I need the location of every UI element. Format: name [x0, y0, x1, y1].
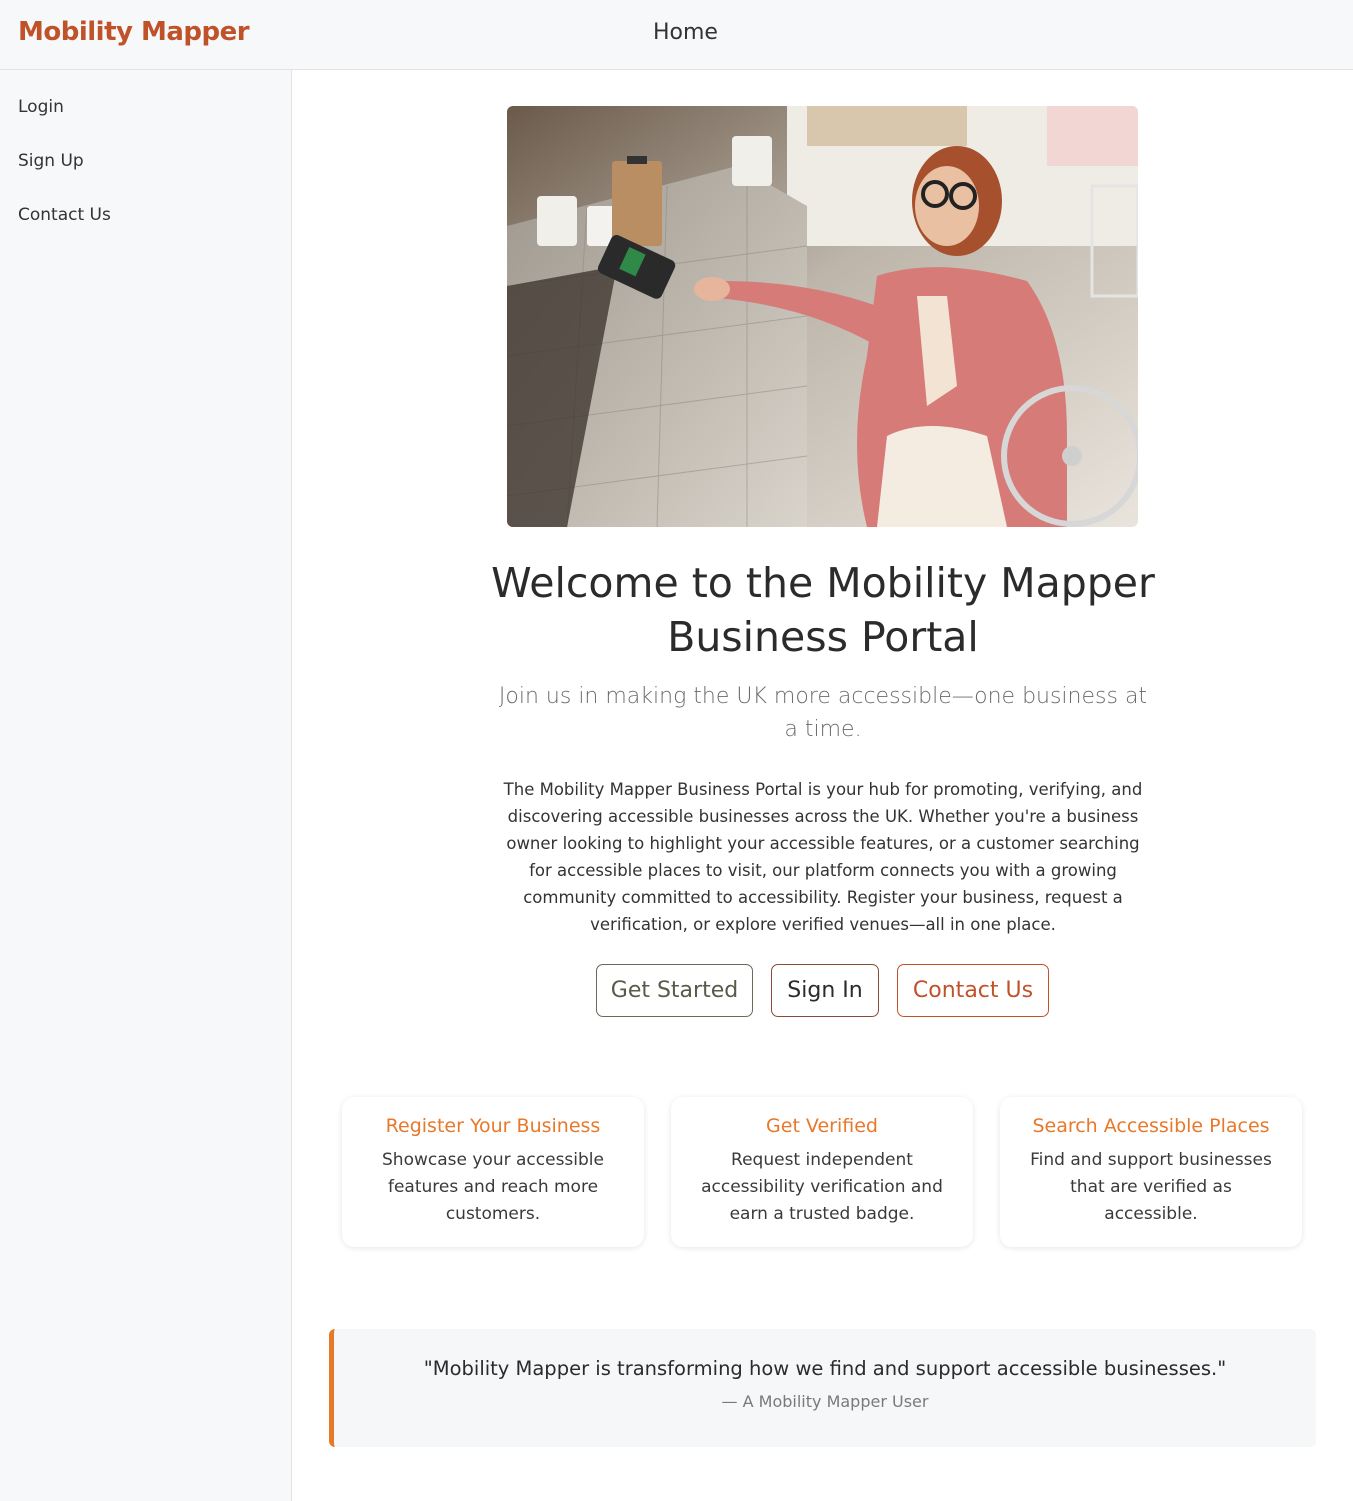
page-subtitle: Join us in making the UK more accessible…: [498, 684, 1148, 742]
nav-home-link[interactable]: Home: [653, 20, 718, 45]
testimonial: "Mobility Mapper is transforming how we …: [329, 1329, 1316, 1447]
intro-paragraph: The Mobility Mapper Business Portal is y…: [503, 780, 1143, 934]
sidebar: Login Sign Up Contact Us: [0, 70, 292, 1501]
top-bar: Mobility Mapper Home: [0, 0, 1353, 70]
feature-card-text: Request independent accessibility verifi…: [701, 1150, 943, 1224]
brand-logo[interactable]: Mobility Mapper: [18, 17, 250, 47]
sidebar-item-sign-up[interactable]: Sign Up: [18, 151, 84, 171]
get-started-button[interactable]: Get Started: [596, 964, 753, 1017]
feature-card-title: Search Accessible Places: [1032, 1115, 1270, 1137]
sign-in-button[interactable]: Sign In: [771, 964, 879, 1017]
feature-card-title: Register Your Business: [385, 1115, 601, 1137]
feature-card-text: Find and support businesses that are ver…: [1030, 1150, 1272, 1224]
feature-card-register: Register Your Business Showcase your acc…: [342, 1097, 644, 1247]
sidebar-item-contact-us[interactable]: Contact Us: [18, 205, 111, 225]
sidebar-item-login[interactable]: Login: [18, 97, 64, 117]
main-content: Welcome to the Mobility Mapper Business …: [293, 71, 1353, 1501]
feature-card-search: Search Accessible Places Find and suppor…: [1000, 1097, 1302, 1247]
testimonial-quote: "Mobility Mapper is transforming how we …: [423, 1357, 1227, 1380]
feature-card-text: Showcase your accessible features and re…: [382, 1150, 604, 1224]
testimonial-author: — A Mobility Mapper User: [721, 1392, 929, 1411]
feature-card-verified: Get Verified Request independent accessi…: [671, 1097, 973, 1247]
contact-us-button[interactable]: Contact Us: [897, 964, 1049, 1017]
feature-card-title: Get Verified: [766, 1115, 878, 1137]
hero-image: [507, 106, 1138, 527]
page-title: Welcome to the Mobility Mapper Business …: [491, 559, 1155, 661]
